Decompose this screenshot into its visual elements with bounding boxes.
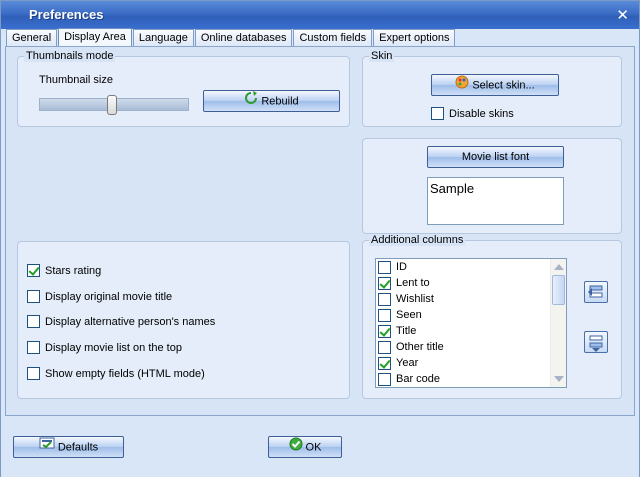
move-down-icon (589, 335, 603, 352)
list-item[interactable]: ID (376, 259, 566, 275)
stars-rating-box[interactable] (27, 264, 40, 277)
column-checkbox[interactable] (378, 372, 391, 386)
tab-general[interactable]: General (6, 29, 58, 46)
original-title-checkbox[interactable]: Display original movie title (27, 290, 172, 303)
column-checkbox[interactable] (378, 292, 391, 306)
list-item[interactable]: Year (376, 355, 566, 371)
rebuild-button[interactable]: Rebuild (203, 90, 340, 112)
list-item[interactable]: Bar code (376, 371, 566, 387)
alternative-names-box[interactable] (27, 315, 40, 328)
additional-columns-label: Additional columns (369, 234, 466, 246)
thumbnails-group-label: Thumbnails mode (24, 50, 116, 62)
column-label: Bar code (396, 373, 441, 385)
move-column-down-button[interactable] (584, 331, 608, 353)
column-label: Year (396, 357, 419, 369)
check-circle-icon (289, 437, 303, 458)
column-checkbox[interactable] (378, 276, 391, 290)
defaults-button[interactable]: Defaults (13, 436, 124, 458)
move-column-up-button[interactable] (584, 281, 608, 303)
column-checkbox[interactable] (378, 324, 391, 338)
tab-language[interactable]: Language (132, 29, 194, 46)
thumbnail-size-slider[interactable] (107, 95, 117, 115)
column-checkbox[interactable] (378, 356, 391, 370)
window-title: Preferences (29, 7, 104, 22)
alternative-names-label: Display alternative person's names (45, 315, 216, 328)
list-item[interactable]: Wishlist (376, 291, 566, 307)
column-label: Wishlist (396, 293, 434, 305)
close-icon[interactable]: ✕ (616, 6, 629, 24)
original-title-label: Display original movie title (45, 290, 173, 303)
column-label: Lent to (396, 277, 430, 289)
ok-label: OK (305, 441, 322, 454)
defaults-label: Defaults (57, 441, 99, 454)
move-up-icon (588, 285, 603, 298)
list-item[interactable]: Seen (376, 307, 566, 323)
scroll-up-icon[interactable] (554, 264, 564, 270)
list-on-top-checkbox[interactable]: Display movie list on the top (27, 341, 182, 354)
scroll-down-icon[interactable] (554, 376, 564, 382)
ok-button[interactable]: OK (268, 436, 342, 458)
thumbnails-group: Thumbnails mode (17, 50, 350, 127)
tab-online-databases[interactable]: Online databases (194, 29, 293, 46)
list-item[interactable]: Other title (376, 339, 566, 355)
empty-fields-checkbox[interactable]: Show empty fields (HTML mode) (27, 367, 205, 380)
tab-expert-options[interactable]: Expert options (373, 29, 456, 46)
select-skin-button[interactable]: Select skin... (431, 74, 559, 96)
columns-list[interactable]: ID Lent to Wishlist Seen Title Other tit… (375, 258, 567, 388)
alternative-names-checkbox[interactable]: Display alternative person's names (27, 315, 215, 328)
skin-group-label: Skin (369, 50, 395, 62)
tab-custom-fields[interactable]: Custom fields (293, 29, 373, 46)
empty-fields-box[interactable] (27, 367, 40, 380)
column-label: Title (396, 325, 417, 337)
stars-rating-label: Stars rating (45, 264, 102, 277)
empty-fields-label: Show empty fields (HTML mode) (45, 367, 205, 380)
list-item[interactable]: Title (376, 323, 566, 339)
title-bar: Preferences ✕ (1, 1, 639, 29)
select-skin-label: Select skin... (472, 79, 535, 92)
scrollbar-thumb[interactable] (552, 275, 565, 305)
column-checkbox[interactable] (378, 260, 391, 274)
column-label: ID (396, 261, 407, 273)
thumbnail-size-label: Thumbnail size (39, 74, 113, 86)
list-item[interactable]: Lent to (376, 275, 566, 291)
disable-skins-checkbox[interactable]: Disable skins (431, 107, 514, 120)
column-label: Seen (396, 309, 422, 321)
original-title-box[interactable] (27, 290, 40, 303)
columns-scrollbar[interactable] (550, 259, 566, 387)
list-on-top-label: Display movie list on the top (45, 341, 182, 354)
disable-skins-label: Disable skins (449, 107, 514, 120)
column-label: Other title (396, 341, 444, 353)
list-on-top-box[interactable] (27, 341, 40, 354)
refresh-icon (244, 91, 258, 112)
tab-display-area[interactable]: Display Area (58, 28, 132, 46)
movie-list-font-button[interactable]: Movie list font (427, 146, 564, 168)
column-checkbox[interactable] (378, 340, 391, 354)
stars-rating-checkbox[interactable]: Stars rating (27, 264, 101, 277)
rebuild-label: Rebuild (261, 95, 299, 108)
preferences-window: Preferences ✕ General Display Area Langu… (0, 0, 640, 477)
font-sample-preview: Sample (427, 177, 564, 225)
tab-strip: General Display Area Language Online dat… (6, 28, 456, 46)
defaults-icon (39, 437, 55, 458)
palette-icon (455, 75, 469, 96)
column-checkbox[interactable] (378, 308, 391, 322)
disable-skins-box[interactable] (431, 107, 444, 120)
